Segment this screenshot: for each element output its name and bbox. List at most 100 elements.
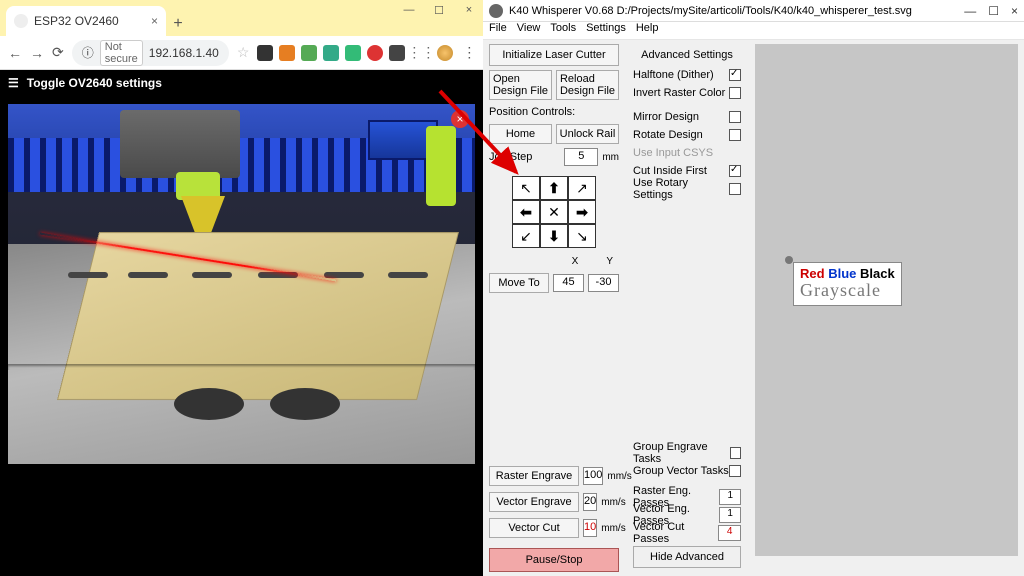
invert-label: Invert Raster Color [633, 87, 725, 99]
move-x-input[interactable]: 45 [553, 274, 584, 292]
rotary-checkbox[interactable] [729, 183, 741, 195]
jog-ul-icon[interactable]: ↖ [512, 176, 540, 200]
minimize-icon[interactable]: — [964, 4, 976, 18]
design-canvas[interactable]: Red Blue Black Grayscale [755, 44, 1018, 556]
new-tab-button[interactable]: + [166, 12, 190, 36]
close-icon[interactable]: × [1011, 4, 1018, 18]
inside-label: Cut Inside First [633, 165, 707, 177]
jog-left-icon[interactable]: ⬅ [512, 200, 540, 224]
black-text: Black [860, 266, 895, 281]
toggle-settings-label[interactable]: Toggle OV2640 settings [27, 76, 162, 90]
ext-icon[interactable] [389, 45, 405, 61]
jog-grid: ↖ ⬆ ↗ ⬅ ✕ ➡ ↙ ⬇ ↘ [512, 176, 596, 248]
move-to-button[interactable]: Move To [489, 273, 549, 293]
avatar[interactable] [437, 45, 453, 61]
home-button[interactable]: Home [489, 124, 552, 144]
raster-engrave-button[interactable]: Raster Engrave [489, 466, 579, 486]
vector-cut-passes-label: Vector Cut Passes [633, 521, 718, 545]
minimize-icon[interactable]: — [399, 4, 419, 17]
ext-icon[interactable] [257, 45, 273, 61]
inside-checkbox[interactable] [729, 165, 741, 177]
menu-icon[interactable]: ⋮ [459, 43, 479, 63]
vector-engrave-button[interactable]: Vector Engrave [489, 492, 579, 512]
ext-icon[interactable] [323, 45, 339, 61]
hide-advanced-button[interactable]: Hide Advanced [633, 546, 741, 568]
left-controls: Initialize Laser Cutter Open Design File… [483, 40, 625, 576]
advanced-panel: Advanced Settings Halftone (Dither) Inve… [625, 40, 749, 576]
unlock-rail-button[interactable]: Unlock Rail [556, 124, 619, 144]
back-icon[interactable]: ← [8, 43, 22, 63]
reload-icon[interactable]: ⟳ [52, 43, 64, 63]
hamburger-icon[interactable]: ☰ [8, 76, 19, 90]
jog-right-icon[interactable]: ➡ [568, 200, 596, 224]
raster-speed-input[interactable]: 100 [583, 467, 603, 485]
rotate-label: Rotate Design [633, 129, 703, 141]
y-axis-label: Y [606, 256, 613, 267]
red-text: Red [800, 266, 825, 281]
unit-label: mm/s [601, 497, 625, 508]
csys-label: Use Input CSYS [633, 147, 713, 159]
mirror-checkbox[interactable] [729, 111, 741, 123]
tab-title: ESP32 OV2460 [34, 14, 119, 28]
ext-icon[interactable] [279, 45, 295, 61]
bookmark-icon[interactable]: ☆ [237, 43, 250, 63]
menu-tools[interactable]: Tools [550, 22, 576, 39]
menu-help[interactable]: Help [636, 22, 659, 39]
jog-step-input[interactable]: 5 [564, 148, 598, 166]
menu-view[interactable]: View [517, 22, 541, 39]
design-preview: Red Blue Black Grayscale [793, 262, 902, 306]
jog-step-label: Jog Step [489, 151, 560, 163]
jog-center-icon[interactable]: ✕ [540, 200, 568, 224]
halftone-checkbox[interactable] [729, 69, 741, 81]
extensions: ⋮⋮ ⋮ [257, 43, 479, 63]
open-file-button[interactable]: Open Design File [489, 70, 552, 100]
vector-cut-button[interactable]: Vector Cut [489, 518, 579, 538]
jog-down-icon[interactable]: ⬇ [540, 224, 568, 248]
close-tab-icon[interactable]: × [151, 14, 158, 28]
window-controls: — ☐ × [964, 4, 1018, 18]
forward-icon[interactable]: → [30, 43, 44, 63]
jog-ur-icon[interactable]: ↗ [568, 176, 596, 200]
advanced-header: Advanced Settings [627, 44, 747, 66]
close-icon[interactable]: × [459, 4, 479, 17]
jog-dr-icon[interactable]: ↘ [568, 224, 596, 248]
menu-settings[interactable]: Settings [586, 22, 626, 39]
unit-label: mm/s [601, 523, 625, 534]
grayscale-text: Grayscale [800, 280, 881, 300]
ext-icon[interactable] [367, 45, 383, 61]
group-engrave-checkbox[interactable] [730, 447, 741, 459]
maximize-icon[interactable]: ☐ [429, 4, 449, 17]
maximize-icon[interactable]: ☐ [988, 4, 999, 18]
camera-panel: × [0, 96, 483, 576]
lock-icon: ⓘ [82, 44, 94, 61]
vector-engrave-speed-input[interactable]: 20 [583, 493, 597, 511]
vector-cut-passes-input[interactable]: 4 [718, 525, 741, 541]
vector-eng-passes-input[interactable]: 1 [719, 507, 741, 523]
tab-strip: ESP32 OV2460 × + — ☐ × [0, 0, 483, 36]
initialize-button[interactable]: Initialize Laser Cutter [489, 44, 619, 66]
invert-checkbox[interactable] [729, 87, 741, 99]
group-vector-checkbox[interactable] [729, 465, 741, 477]
mirror-label: Mirror Design [633, 111, 699, 123]
move-y-input[interactable]: -30 [588, 274, 619, 292]
raster-passes-input[interactable]: 1 [719, 489, 741, 505]
close-camera-icon[interactable]: × [451, 110, 469, 128]
reload-file-button[interactable]: Reload Design File [556, 70, 619, 100]
app-icon [489, 4, 503, 18]
jog-dl-icon[interactable]: ↙ [512, 224, 540, 248]
jog-up-icon[interactable]: ⬆ [540, 176, 568, 200]
url-text: 192.168.1.40 [149, 46, 219, 60]
vector-cut-speed-input[interactable]: 10 [583, 519, 597, 537]
menu-file[interactable]: File [489, 22, 507, 39]
halftone-label: Halftone (Dither) [633, 69, 714, 81]
chrome-window: ESP32 OV2460 × + — ☐ × ← → ⟳ ⓘ Not secur… [0, 0, 483, 576]
address-bar[interactable]: ⓘ Not secure 192.168.1.40 [72, 40, 229, 66]
origin-marker [785, 256, 793, 264]
rotate-checkbox[interactable] [729, 129, 741, 141]
ext-icon[interactable] [301, 45, 317, 61]
pause-stop-button[interactable]: Pause/Stop [489, 548, 619, 572]
ext-icon[interactable] [345, 45, 361, 61]
browser-tab[interactable]: ESP32 OV2460 × [6, 6, 166, 36]
puzzle-icon[interactable]: ⋮⋮ [411, 43, 431, 63]
k40-window: K40 Whisperer V0.68 D:/Projects/mySite/a… [483, 0, 1024, 576]
